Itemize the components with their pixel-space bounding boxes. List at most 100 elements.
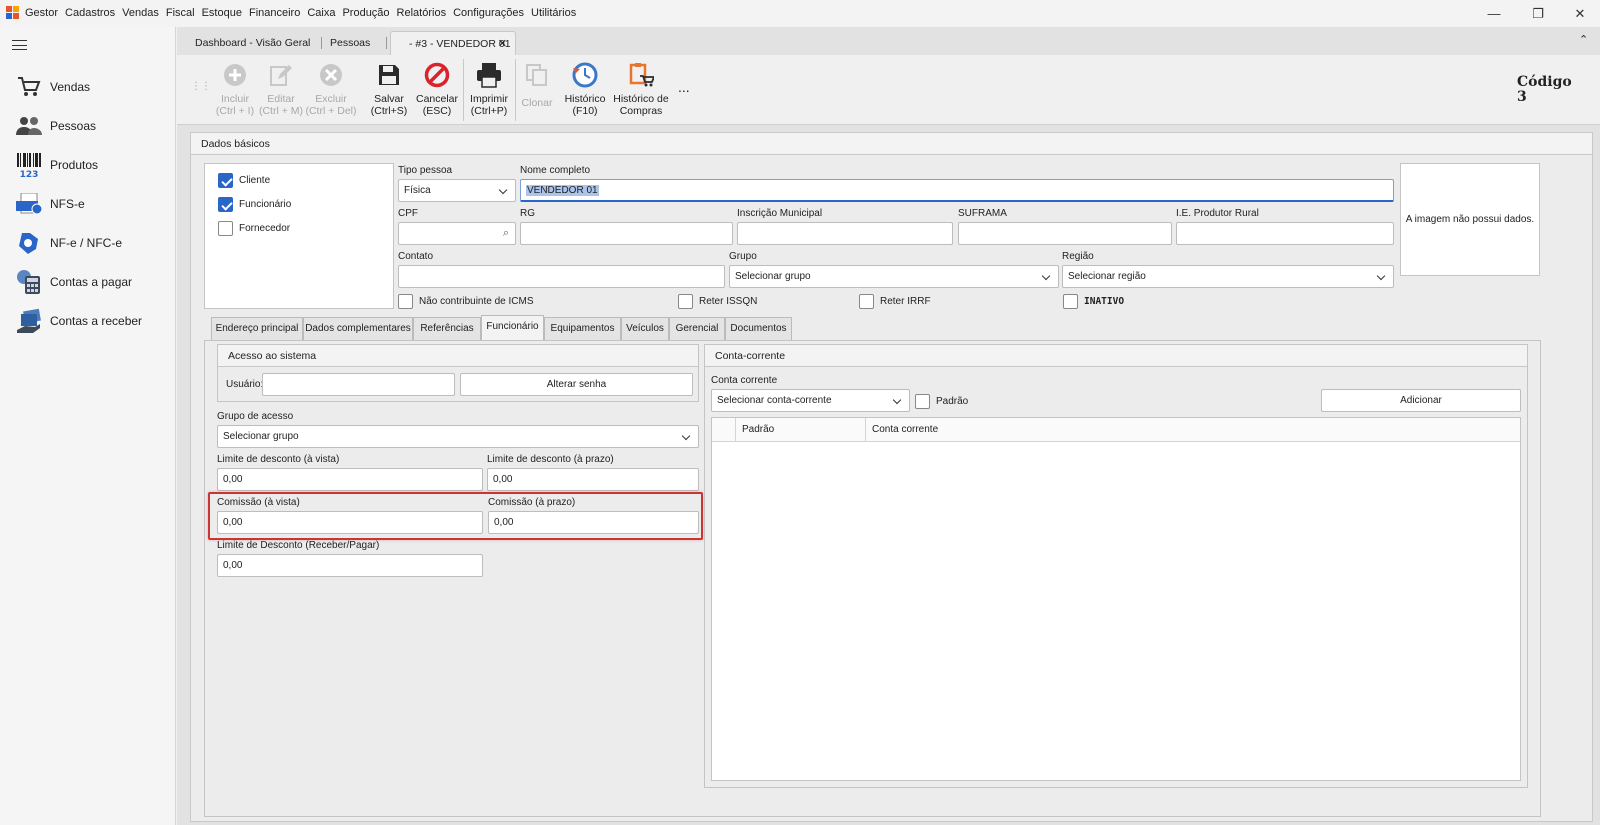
tab-dados-complementares[interactable]: Dados complementares <box>303 317 413 340</box>
sidebar-item-label: NF-e / NFC-e <box>50 236 122 250</box>
comissao-prazo-label: Comissão (à prazo) <box>488 497 576 508</box>
inscricao-municipal-label: Inscrição Municipal <box>737 208 823 219</box>
reter-issqn-checkbox[interactable]: Reter ISSQN <box>678 294 757 309</box>
sidebar-item-vendas[interactable]: Vendas <box>16 73 90 101</box>
rg-label: RG <box>520 208 535 219</box>
historico-button[interactable]: Histórico (F10) <box>557 61 613 117</box>
sidebar-item-pessoas[interactable]: Pessoas <box>16 112 96 140</box>
alterar-senha-button[interactable]: Alterar senha <box>460 373 693 396</box>
contato-input[interactable] <box>398 265 725 288</box>
padrao-checkbox[interactable]: Padrão <box>915 394 968 409</box>
sidebar-item-nfe[interactable]: NF-e / NFC-e <box>16 229 122 257</box>
cpf-input[interactable]: ⌕ <box>398 222 516 245</box>
limite-prazo-label: Limite de desconto (à prazo) <box>487 454 614 465</box>
nfe-icon <box>16 230 42 256</box>
sidebar-item-label: Produtos <box>50 158 99 172</box>
edit-icon <box>267 61 295 89</box>
clone-icon <box>523 61 551 89</box>
menu-financeiro[interactable]: Financeiro <box>249 7 300 19</box>
close-tab-icon[interactable]: ✕ <box>498 32 507 56</box>
menu-estoque[interactable]: Estoque <box>202 7 242 19</box>
conta-corrente-label: Conta corrente <box>711 375 778 386</box>
limite-vista-input[interactable]: 0,00 <box>217 468 483 491</box>
funcionario-checkbox[interactable]: Funcionário <box>218 197 291 212</box>
cart-icon <box>16 74 42 100</box>
cliente-checkbox[interactable]: Cliente <box>218 173 270 188</box>
tab-documentos[interactable]: Documentos <box>725 317 792 340</box>
regiao-select[interactable]: Selecionar região <box>1062 265 1394 288</box>
menu-relatorios[interactable]: Relatórios <box>397 7 447 19</box>
clonar-button[interactable]: Clonar <box>511 61 563 109</box>
content-area: Dashboard - Visão Geral Pessoas - #3 - V… <box>177 27 1600 825</box>
suframa-label: SUFRAMA <box>958 208 1007 219</box>
subtab-bar: Endereço principal Dados complementares … <box>211 315 1581 342</box>
conta-corrente-select[interactable]: Selecionar conta-corrente <box>711 389 910 412</box>
menu-fiscal[interactable]: Fiscal <box>166 7 195 19</box>
historico-compras-button[interactable]: Histórico de Compras <box>611 61 671 117</box>
save-icon <box>375 61 403 89</box>
limite-prazo-input[interactable]: 0,00 <box>487 468 699 491</box>
menu-utilitarios[interactable]: Utilitários <box>531 7 576 19</box>
comissao-prazo-input[interactable]: 0,00 <box>488 511 699 534</box>
excluir-button[interactable]: Excluir (Ctrl + Del) <box>303 61 359 117</box>
tab-funcionario[interactable]: Funcionário <box>481 315 544 340</box>
menu-producao[interactable]: Produção <box>342 7 389 19</box>
sidebar-item-contas-pagar[interactable]: Contas a pagar <box>16 268 132 296</box>
image-box[interactable]: A imagem não possui dados. <box>1400 163 1540 276</box>
grupo-select[interactable]: Selecionar grupo <box>729 265 1059 288</box>
menu-gestor[interactable]: Gestor <box>25 7 58 19</box>
contato-label: Contato <box>398 251 434 262</box>
hamburger-menu-icon[interactable] <box>12 40 27 50</box>
limite-receber-pagar-input[interactable]: 0,00 <box>217 554 483 577</box>
tipo-pessoa-select[interactable]: Física <box>398 179 516 202</box>
tab-veiculos[interactable]: Veículos <box>621 317 669 340</box>
tab-equipamentos[interactable]: Equipamentos <box>544 317 621 340</box>
sidebar-item-nfse[interactable]: NFS-e <box>16 190 85 218</box>
acesso-sistema-group: Acesso ao sistema Usuário: Alterar senha <box>217 344 699 402</box>
ie-produtor-rural-input[interactable] <box>1176 222 1394 245</box>
tab-referencias[interactable]: Referências <box>413 317 481 340</box>
more-options-button[interactable]: ... <box>678 79 690 95</box>
tab-dashboard[interactable]: Dashboard - Visão Geral <box>177 31 322 55</box>
usuario-input[interactable] <box>262 373 455 396</box>
imprimir-button[interactable]: Imprimir (Ctrl+P) <box>461 61 517 117</box>
inscricao-municipal-input[interactable] <box>737 222 953 245</box>
sidebar-item-produtos[interactable]: 123 Produtos <box>16 151 98 179</box>
tab-gerencial[interactable]: Gerencial <box>669 317 725 340</box>
column-padrao[interactable]: Padrão <box>736 418 866 441</box>
minimize-icon[interactable]: — <box>1474 4 1514 24</box>
grupo-label: Grupo <box>729 251 757 262</box>
menu-caixa[interactable]: Caixa <box>307 7 335 19</box>
cancelar-button[interactable]: Cancelar (ESC) <box>409 61 465 117</box>
nome-completo-input[interactable]: VENDEDOR 01 <box>520 179 1394 202</box>
menu-configuracoes[interactable]: Configurações <box>453 7 524 19</box>
codigo-display: Código 3 <box>1517 75 1572 105</box>
rg-input[interactable] <box>520 222 733 245</box>
menu-cadastros[interactable]: Cadastros <box>65 7 115 19</box>
close-icon[interactable]: ✕ <box>1560 4 1600 24</box>
column-conta-corrente[interactable]: Conta corrente <box>866 418 938 441</box>
grupo-acesso-select[interactable]: Selecionar grupo <box>217 425 699 448</box>
chevron-up-icon[interactable]: ⌃ <box>1579 33 1588 46</box>
app-logo-icon <box>6 6 20 20</box>
table-header: Padrão Conta corrente <box>712 418 1520 442</box>
history-icon <box>571 61 599 89</box>
menu-vendas[interactable]: Vendas <box>122 7 159 19</box>
nao-contribuinte-checkbox[interactable]: Não contribuinte de ICMS <box>398 294 534 309</box>
restore-icon[interactable]: ❐ <box>1518 4 1558 24</box>
tab-vendedor[interactable]: - #3 - VENDEDOR 01 ✕ <box>390 31 516 55</box>
comissao-vista-input[interactable]: 0,00 <box>217 511 483 534</box>
reter-irrf-checkbox[interactable]: Reter IRRF <box>859 294 931 309</box>
suframa-input[interactable] <box>958 222 1172 245</box>
funcionario-tab-content: Acesso ao sistema Usuário: Alterar senha… <box>204 340 1541 817</box>
tab-endereco-principal[interactable]: Endereço principal <box>211 317 303 340</box>
cancel-icon <box>423 61 451 89</box>
inativo-checkbox[interactable]: INATIVO <box>1063 294 1124 309</box>
fornecedor-checkbox[interactable]: Fornecedor <box>218 221 290 236</box>
tab-pessoas[interactable]: Pessoas <box>312 31 387 55</box>
sidebar-item-contas-receber[interactable]: Contas a receber <box>16 307 142 335</box>
editar-button[interactable]: Editar (Ctrl + M) <box>253 61 309 117</box>
conta-corrente-header: Conta-corrente <box>705 345 1527 367</box>
adicionar-button[interactable]: Adicionar <box>1321 389 1521 412</box>
search-icon[interactable]: ⌕ <box>503 223 509 244</box>
